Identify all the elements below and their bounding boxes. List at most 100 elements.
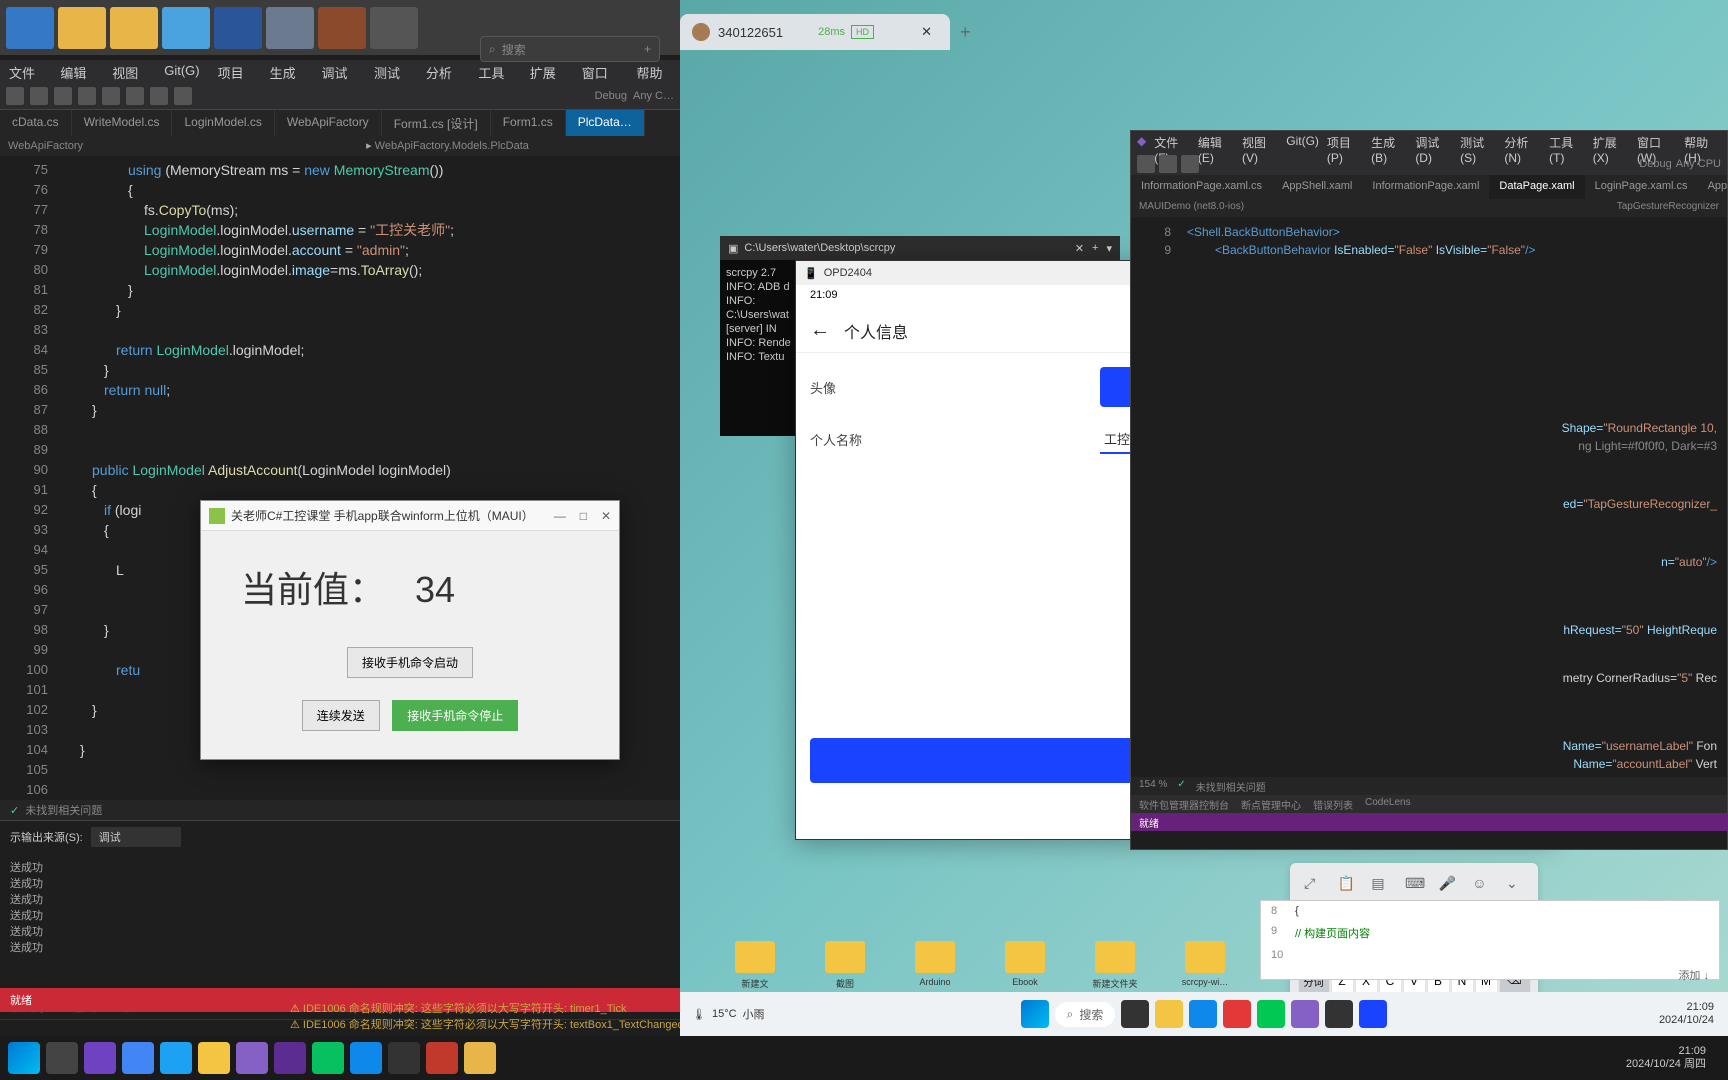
vs2-bt2[interactable]: 错误列表 xyxy=(1313,797,1353,811)
winform-titlebar[interactable]: 关老师C#工控课堂 手机app联合winform上位机（MAUI） — □ ✕ xyxy=(201,501,619,531)
tb-taskview[interactable] xyxy=(1121,1000,1149,1028)
vs2-ext[interactable]: 扩展(X) xyxy=(1593,134,1629,150)
receive-stop-button[interactable]: 接收手机命令停止 xyxy=(392,700,518,731)
vs2-tab0[interactable]: InformationPage.xaml.cs xyxy=(1131,175,1272,199)
remote-time[interactable]: 21:09 xyxy=(1659,1001,1714,1014)
kb-emoji-icon[interactable]: ☺ xyxy=(1472,875,1490,893)
fwd-btn[interactable] xyxy=(30,87,48,105)
tab-0[interactable]: cData.cs xyxy=(0,110,72,136)
remote-session-tab[interactable]: 340122651 28ms HD ✕ xyxy=(680,14,950,50)
menu-edit[interactable]: 编辑(E) xyxy=(51,60,103,82)
vs2-dbg[interactable]: 调试(D) xyxy=(1415,134,1452,150)
vs2-tab4[interactable]: LoginPage.xaml.cs xyxy=(1585,175,1698,199)
kb-mic-icon[interactable]: 🎤 xyxy=(1439,875,1457,893)
vs-search[interactable]: ⌕ 搜索 + xyxy=(480,36,660,62)
winrar-icon[interactable] xyxy=(318,7,366,49)
host-wechat[interactable] xyxy=(312,1042,344,1074)
new-session-icon[interactable]: + xyxy=(960,22,971,43)
folder-4[interactable]: 新建文件夹 xyxy=(1090,941,1140,990)
vs2-btn3[interactable] xyxy=(1181,155,1199,173)
menu-build[interactable]: 生成(B) xyxy=(261,60,313,82)
terminal-titlebar[interactable]: ▣ C:\Users\water\Desktop\scrcpy ✕ + ▾ xyxy=(720,236,1120,260)
out-from-select[interactable]: 调试 xyxy=(91,827,181,847)
undo-btn[interactable] xyxy=(150,87,168,105)
vs2-bt0[interactable]: 软件包管理器控制台 xyxy=(1139,797,1229,811)
vs2-bc[interactable]: MAUIDemo (net8.0-ios) xyxy=(1139,201,1244,215)
host-vs2[interactable] xyxy=(274,1042,306,1074)
folder-0[interactable]: 新建文 xyxy=(730,941,780,990)
menu-debug[interactable]: 调试(D) xyxy=(313,60,365,82)
vs2-ana[interactable]: 分析(N) xyxy=(1504,134,1541,150)
minimize-icon[interactable]: — xyxy=(554,509,566,523)
term-new-icon[interactable]: + xyxy=(1092,242,1098,254)
tab-2[interactable]: LoginModel.cs xyxy=(172,110,274,136)
vs2-test[interactable]: 测试(S) xyxy=(1460,134,1496,150)
menu-window[interactable]: 窗口(W) xyxy=(573,60,628,82)
vs2-edit[interactable]: 编辑(E) xyxy=(1198,134,1234,150)
tab-4[interactable]: Form1.cs [设计] xyxy=(382,110,491,136)
save-btn[interactable] xyxy=(102,87,120,105)
start-button[interactable] xyxy=(1021,1000,1049,1028)
host-clock[interactable]: 21:09 2024/10/24 周四 xyxy=(1626,1045,1720,1071)
host-term[interactable] xyxy=(388,1042,420,1074)
vs2-file[interactable]: 文件(F) xyxy=(1154,134,1190,150)
tb-explorer[interactable] xyxy=(1155,1000,1183,1028)
send-loop-button[interactable]: 连续发送 xyxy=(302,700,380,731)
host-chrome[interactable] xyxy=(122,1042,154,1074)
host-explorer[interactable] xyxy=(198,1042,230,1074)
tb-term[interactable] xyxy=(1325,1000,1353,1028)
menu-test[interactable]: 测试(S) xyxy=(365,60,417,82)
saveall-btn[interactable] xyxy=(126,87,144,105)
session-close-icon[interactable]: ✕ xyxy=(915,22,938,42)
folder-1[interactable]: 截图 xyxy=(820,941,870,990)
maximize-icon[interactable]: □ xyxy=(580,509,587,523)
vs2-tab2[interactable]: InformationPage.xaml xyxy=(1362,175,1489,199)
vs2-bc2[interactable]: TapGestureRecognizer xyxy=(1617,201,1719,215)
vs2-zoom[interactable]: 154 % xyxy=(1139,779,1167,793)
menu-help[interactable]: 帮助(H) xyxy=(627,60,679,82)
menu-analyze[interactable]: 分析(N) xyxy=(417,60,469,82)
vs2-tab1[interactable]: AppShell.xaml xyxy=(1272,175,1362,199)
bc-left[interactable]: WebApiFactory xyxy=(8,140,83,152)
back-btn[interactable] xyxy=(6,87,24,105)
vs2-win[interactable]: 窗口(W) xyxy=(1637,134,1676,150)
vs2-tools[interactable]: 工具(T) xyxy=(1549,134,1585,150)
app-icon[interactable] xyxy=(162,7,210,49)
folder-3[interactable]: Ebook xyxy=(1000,941,1050,990)
menu-ext[interactable]: 扩展(X) xyxy=(521,60,573,82)
menu-project[interactable]: 项目(P) xyxy=(209,60,261,82)
vs2-help[interactable]: 帮助(H) xyxy=(1684,134,1721,150)
kb-clip-icon[interactable]: 📋 xyxy=(1338,875,1356,893)
phone-back-icon[interactable]: ← xyxy=(810,319,830,342)
vs2-tab3[interactable]: DataPage.xaml xyxy=(1489,175,1584,199)
close-icon[interactable]: ✕ xyxy=(601,509,611,523)
host-app2[interactable] xyxy=(84,1042,116,1074)
kb-keys-icon[interactable]: ⌨ xyxy=(1405,875,1423,893)
config-cpu[interactable]: Any C… xyxy=(633,90,674,102)
folder-5[interactable]: scrcpy-wi… xyxy=(1180,941,1230,990)
vs2-bt1[interactable]: 断点管理中心 xyxy=(1241,797,1301,811)
vs2-debug[interactable]: Debug xyxy=(1639,158,1671,170)
receive-start-button[interactable]: 接收手机命令启动 xyxy=(347,647,473,678)
open-btn[interactable] xyxy=(78,87,96,105)
config-debug[interactable]: Debug xyxy=(595,90,627,102)
word-icon[interactable] xyxy=(214,7,262,49)
tb-app1[interactable] xyxy=(1223,1000,1251,1028)
vs2-btn1[interactable] xyxy=(1137,155,1155,173)
host-app1[interactable] xyxy=(46,1042,78,1074)
tab-1[interactable]: WriteModel.cs xyxy=(72,110,173,136)
new-btn[interactable] xyxy=(54,87,72,105)
vs2-bt3[interactable]: CodeLens xyxy=(1365,797,1411,811)
vs2-proj[interactable]: 项目(P) xyxy=(1327,134,1363,150)
kb-doc-icon[interactable]: ▤ xyxy=(1371,875,1389,893)
vs2-tab5[interactable]: AppShell… xyxy=(1698,175,1728,199)
app2-icon[interactable] xyxy=(266,7,314,49)
app3-icon[interactable] xyxy=(370,7,418,49)
menu-git[interactable]: Git(G) xyxy=(155,60,208,82)
host-app6[interactable] xyxy=(464,1042,496,1074)
folder-2[interactable]: Arduino xyxy=(910,941,960,990)
tb-app3[interactable] xyxy=(1359,1000,1387,1028)
redo-btn[interactable] xyxy=(174,87,192,105)
tab-6[interactable]: PlcData… xyxy=(566,110,645,136)
host-app5[interactable] xyxy=(426,1042,458,1074)
